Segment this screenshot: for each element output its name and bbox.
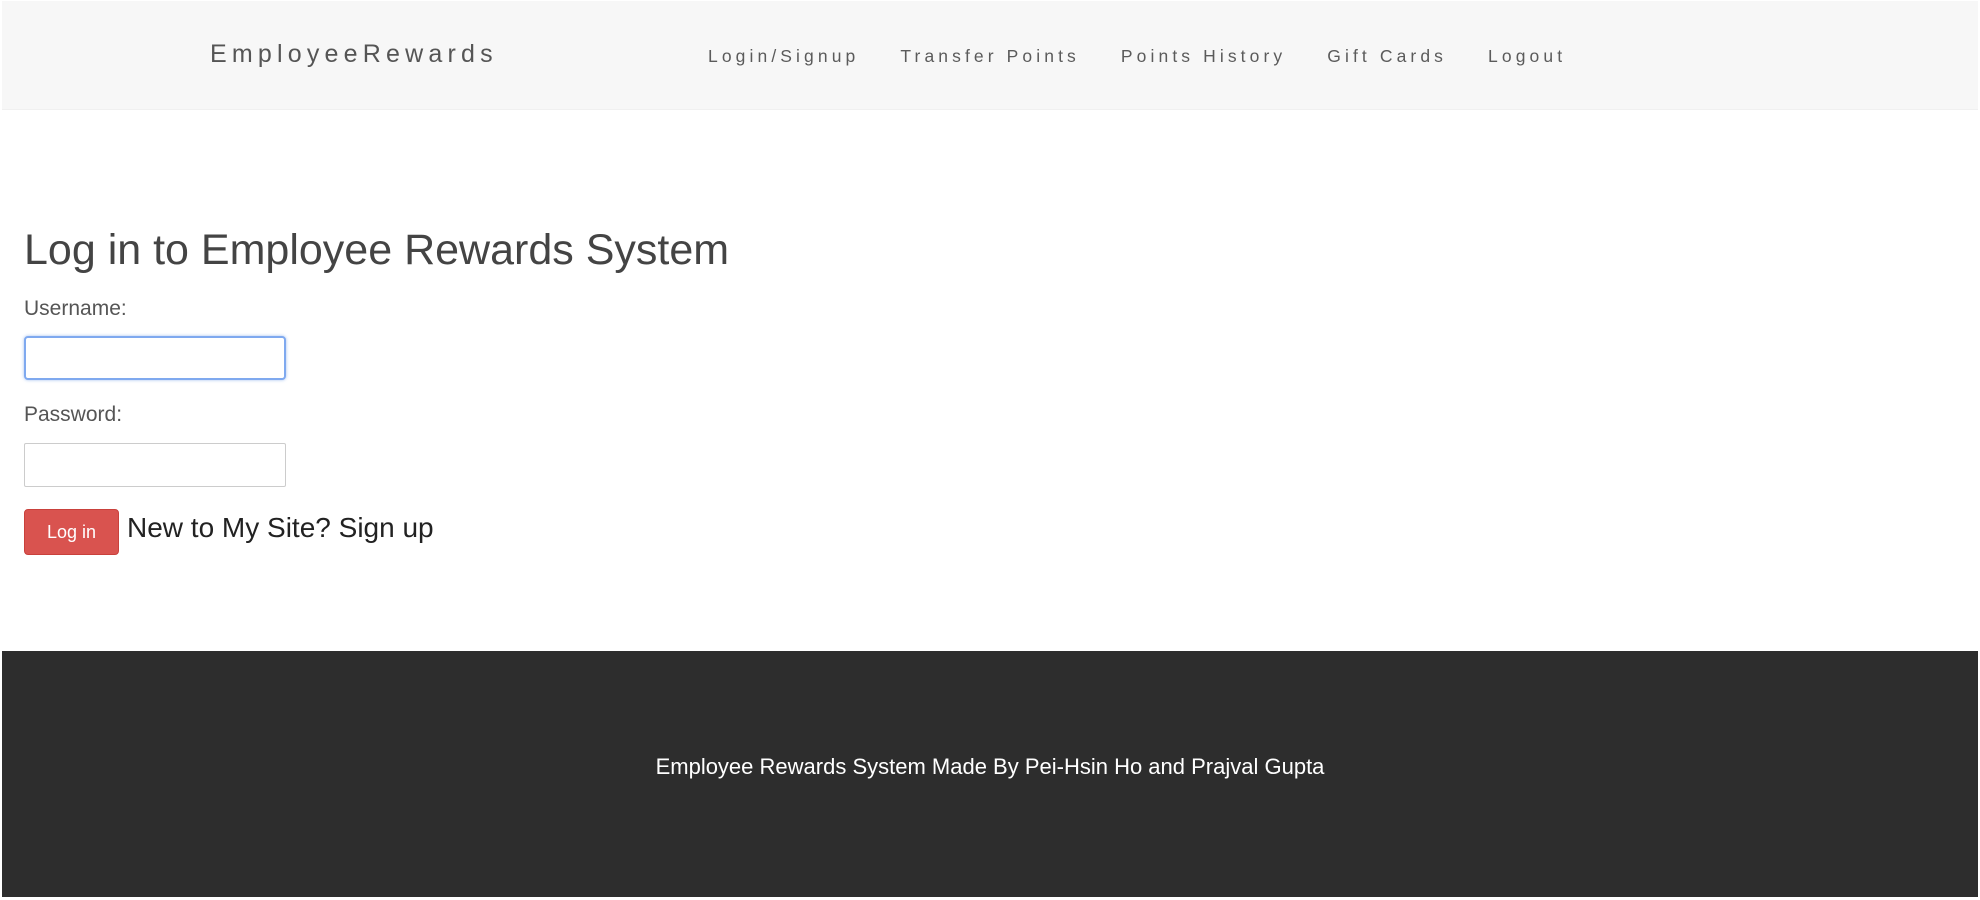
- password-input[interactable]: [24, 443, 286, 487]
- page: EmployeeRewards Login/Signup Transfer Po…: [0, 0, 1980, 900]
- username-input[interactable]: [24, 336, 286, 380]
- nav-link-logout[interactable]: Logout: [1488, 46, 1566, 67]
- nav-link-gift-cards[interactable]: Gift Cards: [1327, 46, 1447, 67]
- password-label: Password:: [24, 403, 123, 426]
- login-section: Log in to Employee Rewards System Userna…: [24, 225, 730, 555]
- navbar: EmployeeRewards Login/Signup Transfer Po…: [2, 1, 1978, 110]
- username-label: Username:: [24, 297, 127, 320]
- nav-link-transfer-points[interactable]: Transfer Points: [900, 46, 1080, 67]
- signup-prompt-text: New to My Site?: [127, 512, 331, 543]
- nav-link-points-history[interactable]: Points History: [1121, 46, 1286, 67]
- brand-logo[interactable]: EmployeeRewards: [210, 40, 498, 69]
- signup-prompt: New to My Site? Sign up: [127, 512, 434, 544]
- page-title: Log in to Employee Rewards System: [24, 226, 730, 274]
- footer: Employee Rewards System Made By Pei-Hsin…: [2, 651, 1978, 897]
- login-button[interactable]: Log in: [24, 509, 119, 555]
- nav-link-login-signup[interactable]: Login/Signup: [708, 46, 859, 67]
- signup-link[interactable]: Sign up: [339, 512, 434, 543]
- footer-credits: Employee Rewards System Made By Pei-Hsin…: [655, 754, 1325, 779]
- nav-links: Login/Signup Transfer Points Points Hist…: [708, 46, 1566, 67]
